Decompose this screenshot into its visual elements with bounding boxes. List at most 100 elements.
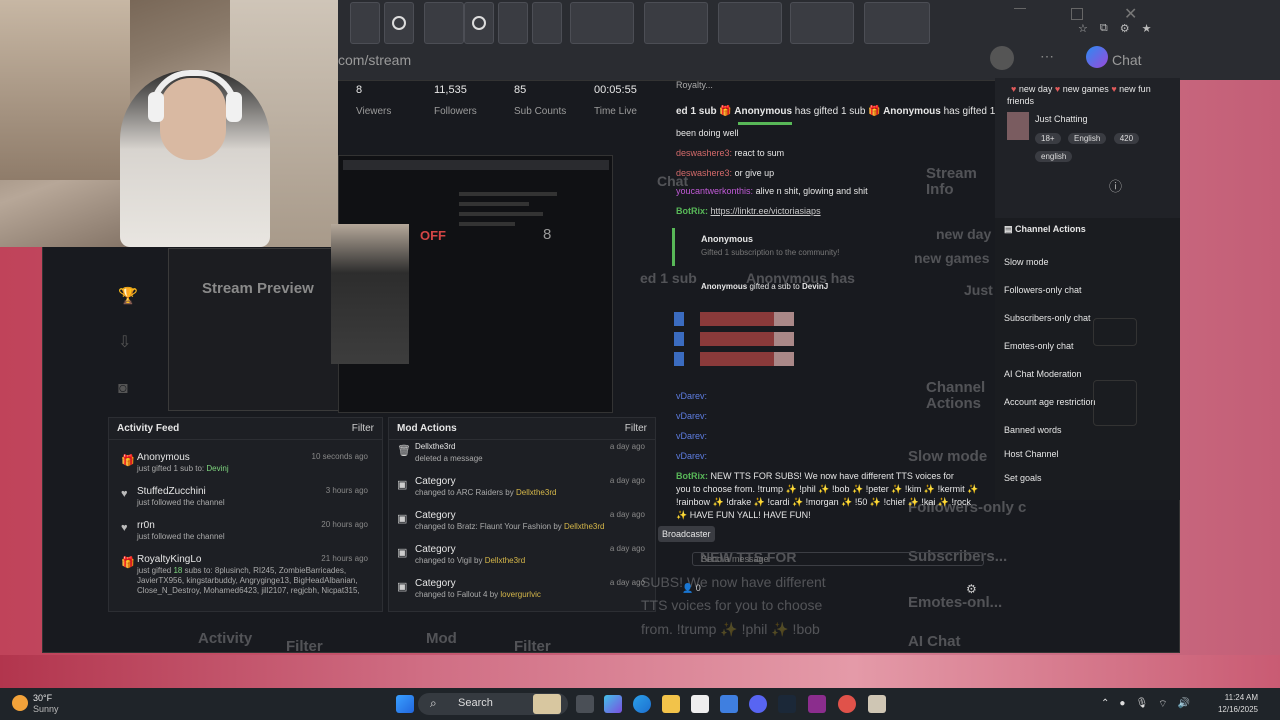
action-banned-words[interactable]: Banned words xyxy=(1004,425,1062,435)
copilot-icon[interactable] xyxy=(604,695,622,713)
activity-user[interactable]: RoyaltyKingLo xyxy=(137,554,201,565)
action-ai-moderation[interactable]: AI Chat Moderation xyxy=(1004,369,1082,379)
action-host-channel[interactable]: Host Channel xyxy=(1004,449,1059,459)
mail-icon[interactable] xyxy=(720,695,738,713)
tab-slot[interactable] xyxy=(790,2,854,44)
camera-icon[interactable]: ◙ xyxy=(118,366,142,412)
mod-item-name: Dellxthe3rd xyxy=(415,442,456,451)
mod-item-user[interactable]: lovergurlvic xyxy=(500,590,540,599)
wallpaper-band xyxy=(0,655,1280,688)
stat-subs: 85 Sub Counts xyxy=(514,84,566,117)
clock[interactable]: 11:24 AM 12/16/2025 xyxy=(1218,692,1258,716)
store-icon[interactable] xyxy=(691,695,709,713)
sidebar-icons: 🏆 ⇩ ◙ xyxy=(118,274,142,412)
activity-filter-button[interactable]: Filter xyxy=(352,423,374,434)
tab-slot-obs[interactable] xyxy=(384,2,414,44)
app-icon[interactable] xyxy=(808,695,826,713)
search-highlight-icon[interactable] xyxy=(533,694,561,714)
action-account-age[interactable]: Account age restriction xyxy=(1004,397,1096,407)
tab-slot-obs[interactable] xyxy=(464,2,494,44)
chat-settings-icon[interactable]: ⚙ xyxy=(966,582,977,596)
preview-label: Stream Preview xyxy=(202,280,314,297)
trophy-icon[interactable]: 🏆 xyxy=(118,274,142,320)
stream-info-panel: ♥ new day ♥ new games ♥ new fun friends … xyxy=(995,78,1180,218)
category-name[interactable]: Just Chatting xyxy=(1035,114,1088,124)
app-icon[interactable] xyxy=(868,695,886,713)
tag[interactable]: 18+ xyxy=(1035,133,1061,144)
action-followers-only[interactable]: Followers-only chat xyxy=(1004,285,1082,295)
chat-line: been doing well xyxy=(676,128,739,138)
steam-icon[interactable] xyxy=(778,695,796,713)
gift-card-2-user[interactable]: DevinJ xyxy=(802,282,828,291)
tag[interactable]: English xyxy=(1068,133,1107,144)
ghost-ai: AI Chat xyxy=(908,633,961,650)
start-icon[interactable] xyxy=(396,695,414,713)
chat-user[interactable]: youcantwerkonthis: xyxy=(676,186,753,196)
tab-slot[interactable] xyxy=(718,2,782,44)
chat-input[interactable]: Send a message xyxy=(692,552,984,566)
mod-item-user[interactable]: Dellxthe3rd xyxy=(485,556,525,565)
ticker-text-2: friends xyxy=(1007,96,1035,106)
action-emotes-only[interactable]: Emotes-only chat xyxy=(1004,341,1074,351)
chat-user[interactable]: vDarev: xyxy=(676,411,707,421)
activity-user[interactable]: StuffedZucchini xyxy=(137,486,206,497)
chat-text: alive n shit, glowing and shit xyxy=(755,186,868,196)
weather-widget[interactable]: 30°F Sunny xyxy=(33,693,59,715)
mod-item-user[interactable]: Dellxthe3rd xyxy=(564,522,604,531)
tab-slot[interactable] xyxy=(532,2,562,44)
tag[interactable]: english xyxy=(1035,151,1073,162)
action-subscribers-only[interactable]: Subscribers-only chat xyxy=(1004,313,1091,323)
action-set-goals[interactable]: Set goals xyxy=(1004,473,1042,483)
app-icon[interactable] xyxy=(838,695,856,713)
tag[interactable]: 420 xyxy=(1113,133,1140,144)
minimize-icon[interactable] xyxy=(1014,8,1026,20)
tab-slot[interactable] xyxy=(864,2,930,44)
star-icon[interactable]: ★ xyxy=(1142,22,1152,35)
tab-slot[interactable] xyxy=(644,2,708,44)
tab-slot[interactable] xyxy=(498,2,528,44)
avatar[interactable] xyxy=(990,46,1014,70)
activity-detail-user[interactable]: Devinj xyxy=(206,464,228,473)
chat-user[interactable]: vDarev: xyxy=(676,451,707,461)
url-text[interactable]: com/stream xyxy=(338,52,411,68)
edge-icon[interactable] xyxy=(633,695,651,713)
chat-user[interactable]: BotRix: xyxy=(676,206,708,216)
mod-item-user[interactable]: Dellxthe3rd xyxy=(516,488,556,497)
download-icon[interactable]: ⇩ xyxy=(118,320,142,366)
activity-user[interactable]: rr0n xyxy=(137,520,155,531)
close-icon[interactable]: ✕ xyxy=(1124,4,1137,24)
chat-link[interactable]: https://linktr.ee/victoriasiaps xyxy=(711,206,821,216)
maximize-icon[interactable] xyxy=(1071,8,1083,20)
action-slow-mode[interactable]: Slow mode xyxy=(1004,257,1049,267)
chat-line: vDarev: xyxy=(676,431,707,441)
volume-icon[interactable]: 🔊 xyxy=(1178,698,1190,711)
task-view-icon[interactable] xyxy=(576,695,594,713)
mic-icon[interactable]: 🎙 xyxy=(1135,698,1148,711)
favorite-icon[interactable]: ☆ xyxy=(1078,22,1088,35)
mod-filter-button[interactable]: Filter xyxy=(625,423,647,434)
file-explorer-icon[interactable] xyxy=(662,695,680,713)
chevron-up-icon[interactable]: ⌃ xyxy=(1101,698,1109,711)
chat-user[interactable]: BotRix: xyxy=(676,471,708,481)
tray-app-icon[interactable]: ● xyxy=(1119,698,1125,711)
chat-tab-label[interactable]: Chat xyxy=(1112,52,1142,68)
tab-slot[interactable] xyxy=(350,2,380,44)
tab-slot[interactable] xyxy=(424,2,464,44)
chat-user[interactable]: vDarev: xyxy=(676,431,707,441)
chat-user[interactable]: deswashere3: xyxy=(676,168,732,178)
tab-slot[interactable] xyxy=(570,2,634,44)
chat-user[interactable]: deswashere3: xyxy=(676,148,732,158)
more-icon[interactable]: ⋯ xyxy=(1040,48,1054,65)
weather-temp: 30°F xyxy=(33,693,53,703)
channel-actions-title-text: Channel Actions xyxy=(1015,224,1086,234)
discord-icon[interactable] xyxy=(749,695,767,713)
category-icon: ▣ xyxy=(397,513,408,525)
settings-icon[interactable]: ⚙ xyxy=(1120,22,1130,35)
wifi-icon[interactable]: ⌔ xyxy=(1158,698,1167,711)
activity-user[interactable]: Anonymous xyxy=(137,452,190,463)
gift-card: Anonymous Gifted 1 subscription to the c… xyxy=(672,228,892,291)
info-icon[interactable]: ⓘ xyxy=(1109,176,1122,195)
chat-user[interactable]: vDarev: xyxy=(676,391,707,401)
copilot-icon[interactable] xyxy=(1086,46,1108,68)
extensions-icon[interactable]: ⧉ xyxy=(1100,22,1108,35)
